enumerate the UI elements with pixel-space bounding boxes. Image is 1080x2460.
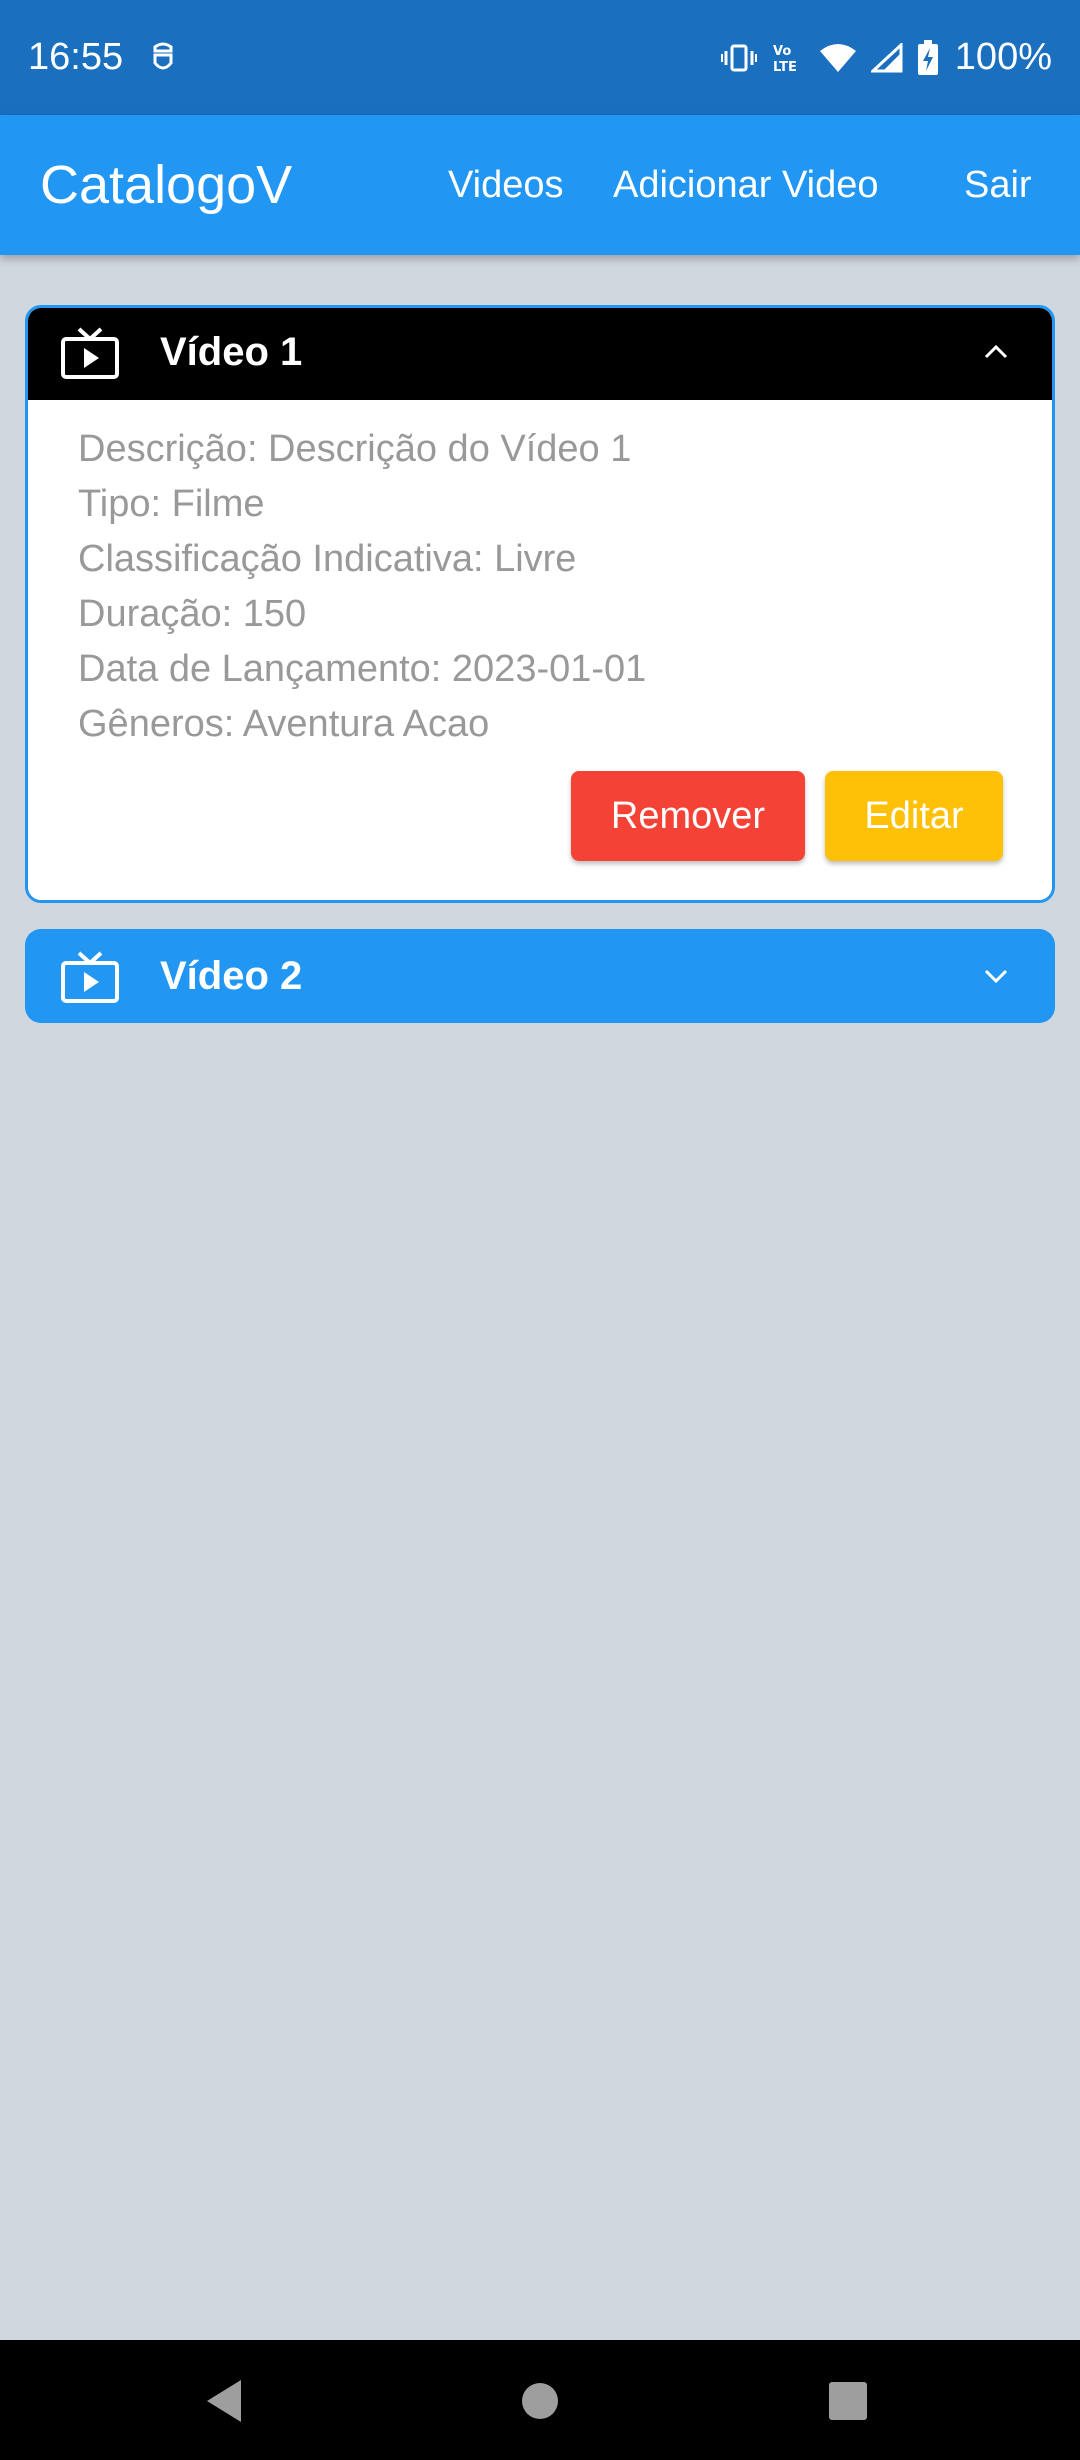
recent-apps-icon[interactable] (829, 2382, 867, 2420)
chevron-up-icon[interactable] (981, 337, 1011, 367)
screen: 16:55 Vo LTE 100% CatalogoV Videos Adici… (0, 0, 1080, 2460)
app-bar: CatalogoV Videos Adicionar Video Sair (0, 115, 1080, 255)
tv-icon (61, 951, 119, 1003)
system-nav-bar (0, 2340, 1080, 2460)
video-rating: Classificação Indicativa: Livre (78, 538, 577, 580)
vibrate-icon (720, 44, 757, 71)
video-panel: Vídeo 2 (25, 929, 1055, 1023)
signal-icon (870, 42, 903, 72)
notification-icon (153, 42, 173, 69)
status-time: 16:55 (28, 36, 124, 78)
svg-text:LTE: LTE (773, 60, 797, 75)
video-duration: Duração: 150 (78, 593, 307, 635)
back-icon[interactable] (205, 2378, 245, 2424)
edit-button[interactable]: Editar (825, 771, 1003, 861)
status-right: Vo LTE 100% (720, 36, 1052, 79)
chevron-down-icon[interactable] (981, 961, 1011, 991)
video-details: Descrição: Descrição do Vídeo 1 Tipo: Fi… (28, 400, 1052, 752)
video-release-date: Data de Lançamento: 2023-01-01 (78, 648, 647, 690)
video-panel-header[interactable]: Vídeo 2 (25, 929, 1055, 1023)
video-title: Vídeo 2 (160, 953, 303, 998)
volte-icon: Vo LTE (773, 44, 797, 75)
wifi-icon (819, 43, 856, 72)
video-type: Tipo: Filme (78, 483, 265, 525)
video-description: Descrição: Descrição do Vídeo 1 (78, 428, 632, 470)
tv-icon (61, 327, 119, 379)
app-title: CatalogoV (40, 155, 293, 215)
battery-percent: 100% (954, 36, 1052, 78)
nav-add-video-link[interactable]: Adicionar Video (613, 164, 878, 207)
nav-logout-link[interactable]: Sair (964, 164, 1032, 207)
status-left: 16:55 (28, 36, 177, 79)
battery-icon (917, 39, 938, 75)
video-title: Vídeo 1 (160, 330, 303, 374)
home-icon[interactable] (521, 2382, 559, 2420)
video-genres: Gêneros: Aventura Acao (78, 703, 490, 745)
remove-button[interactable]: Remover (571, 771, 805, 861)
video-panel-header[interactable]: Vídeo 1 (28, 308, 1052, 400)
nav-videos-link[interactable]: Videos (448, 164, 564, 207)
video-panel: Vídeo 1 Descrição: Descrição do Vídeo 1 … (25, 305, 1055, 903)
status-bar: 16:55 Vo LTE 100% (0, 0, 1080, 115)
svg-text:Vo: Vo (773, 44, 791, 59)
